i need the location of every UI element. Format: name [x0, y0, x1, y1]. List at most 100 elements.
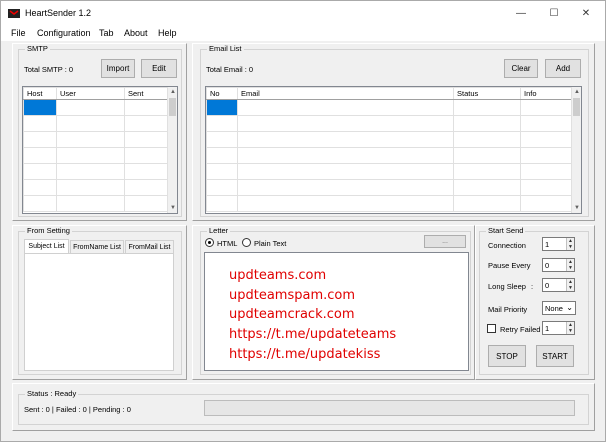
pause-every-value: 0: [545, 261, 550, 270]
connection-value: 1: [545, 240, 550, 249]
mail-priority-label: Mail Priority: [488, 305, 528, 314]
letter-line: updteamspam.com: [229, 288, 356, 303]
column-header-no[interactable]: No: [206, 87, 238, 100]
smtp-group-title: SMTP: [25, 44, 50, 53]
column-header-host[interactable]: Host: [23, 87, 57, 100]
table-row[interactable]: [23, 99, 169, 116]
stepper-down-icon[interactable]: ▼: [566, 328, 574, 334]
long-sleep-stepper[interactable]: 0 ▲ ▼: [542, 278, 575, 292]
retry-failed-value: 1: [545, 324, 550, 333]
table-row[interactable]: [206, 147, 572, 164]
from-setting-tabs: Subject List FromName List FromMail List: [24, 239, 174, 254]
mail-priority-value: None: [545, 304, 563, 313]
table-row[interactable]: [206, 195, 572, 212]
html-radio[interactable]: [205, 238, 214, 247]
stepper-down-icon[interactable]: ▼: [566, 285, 574, 291]
clear-button[interactable]: Clear: [504, 59, 538, 78]
title-bar: HeartSender 1.2 — ☐ ✕: [1, 1, 605, 25]
app-icon: [8, 9, 20, 18]
letter-line: updteamcrack.com: [229, 307, 355, 322]
table-row[interactable]: [206, 163, 572, 180]
add-button[interactable]: Add: [545, 59, 581, 78]
letter-group-title: Letter: [207, 226, 231, 235]
stop-button[interactable]: STOP: [488, 345, 526, 367]
table-row[interactable]: [23, 131, 169, 148]
menu-about[interactable]: About: [124, 28, 148, 38]
from-setting-group-title: From Setting: [25, 226, 72, 235]
email-group-title: Email List: [207, 44, 244, 53]
close-icon: ✕: [581, 7, 591, 19]
table-row[interactable]: [206, 131, 572, 148]
menu-bar: File Configuration Tab About Help: [1, 25, 605, 41]
maximize-icon: ☐: [549, 7, 559, 19]
menu-help[interactable]: Help: [158, 28, 177, 38]
retry-failed-stepper[interactable]: 1 ▲ ▼: [542, 321, 575, 335]
letter-line: https://t.me/updatekiss: [229, 347, 381, 362]
smtp-table[interactable]: Host User Sent ▲ ▼: [22, 86, 178, 214]
scroll-thumb[interactable]: [169, 98, 176, 116]
table-row[interactable]: [23, 115, 169, 132]
column-header-email[interactable]: Email: [237, 87, 454, 100]
start-send-group-title: Start Send: [486, 226, 526, 235]
scroll-down-icon[interactable]: ▼: [572, 203, 581, 213]
chevron-down-icon: ⌄: [566, 303, 573, 312]
menu-tab[interactable]: Tab: [99, 28, 114, 38]
browse-button[interactable]: ...: [424, 235, 466, 248]
column-header-status[interactable]: Status: [453, 87, 521, 100]
table-row[interactable]: [206, 115, 572, 132]
maximize-button[interactable]: ☐: [538, 1, 570, 25]
table-row[interactable]: [206, 179, 572, 196]
import-button[interactable]: Import: [101, 59, 135, 78]
letter-editor[interactable]: updteams.com updteamspam.com updteamcrac…: [204, 252, 469, 371]
retry-failed-label: Retry Failed: [500, 325, 541, 334]
close-button[interactable]: ✕: [570, 1, 602, 25]
minimize-icon: —: [516, 7, 526, 19]
status-group-title: Status : Ready: [25, 389, 79, 398]
letter-line: updteams.com: [229, 268, 327, 283]
email-table[interactable]: No Email Status Info ▲ ▼: [205, 86, 582, 214]
status-counts: Sent : 0 | Failed : 0 | Pending : 0: [24, 405, 131, 414]
long-sleep-separator: :: [531, 282, 534, 291]
plain-text-radio-label: Plain Text: [254, 239, 287, 248]
smtp-scrollbar[interactable]: ▲ ▼: [167, 87, 177, 213]
pause-every-stepper[interactable]: 0 ▲ ▼: [542, 258, 575, 272]
menu-file[interactable]: File: [11, 28, 26, 38]
letter-line: https://t.me/updateteams: [229, 327, 397, 342]
pause-every-label: Pause Every: [488, 261, 531, 270]
menu-configuration[interactable]: Configuration: [37, 28, 91, 38]
column-header-info[interactable]: Info: [520, 87, 572, 100]
smtp-total-label: Total SMTP : 0: [24, 65, 74, 74]
html-radio-label: HTML: [217, 239, 238, 248]
mail-priority-select[interactable]: None ⌄: [542, 301, 576, 315]
table-row[interactable]: [23, 195, 169, 212]
plain-text-radio[interactable]: [242, 238, 251, 247]
scroll-down-icon[interactable]: ▼: [168, 203, 177, 213]
stepper-down-icon[interactable]: ▼: [566, 244, 574, 250]
tab-fromname-list[interactable]: FromName List: [70, 240, 124, 253]
connection-label: Connection: [488, 241, 526, 250]
scroll-thumb[interactable]: [573, 98, 580, 116]
table-row[interactable]: [23, 179, 169, 196]
window-title: HeartSender 1.2: [25, 8, 92, 18]
retry-failed-checkbox[interactable]: [487, 324, 496, 333]
long-sleep-value: 0: [545, 281, 550, 290]
table-row[interactable]: [23, 147, 169, 164]
email-scrollbar[interactable]: ▲ ▼: [571, 87, 581, 213]
stepper-down-icon[interactable]: ▼: [566, 265, 574, 271]
email-total-label: Total Email : 0: [206, 65, 254, 74]
app-window: HeartSender 1.2 — ☐ ✕ File Configuration…: [0, 0, 606, 442]
column-header-user[interactable]: User: [56, 87, 125, 100]
connection-stepper[interactable]: 1 ▲ ▼: [542, 237, 575, 251]
tab-subject-list[interactable]: Subject List: [24, 239, 69, 253]
tab-frommail-list[interactable]: FromMail List: [125, 240, 174, 253]
scroll-up-icon[interactable]: ▲: [168, 87, 177, 97]
start-button[interactable]: START: [536, 345, 574, 367]
table-row[interactable]: [206, 99, 572, 116]
scroll-up-icon[interactable]: ▲: [572, 87, 581, 97]
long-sleep-label: Long Sleep: [488, 282, 526, 291]
column-header-sent[interactable]: Sent: [124, 87, 169, 100]
subject-list-box[interactable]: [24, 253, 174, 371]
edit-button[interactable]: Edit: [141, 59, 177, 78]
table-row[interactable]: [23, 163, 169, 180]
minimize-button[interactable]: —: [505, 1, 537, 25]
